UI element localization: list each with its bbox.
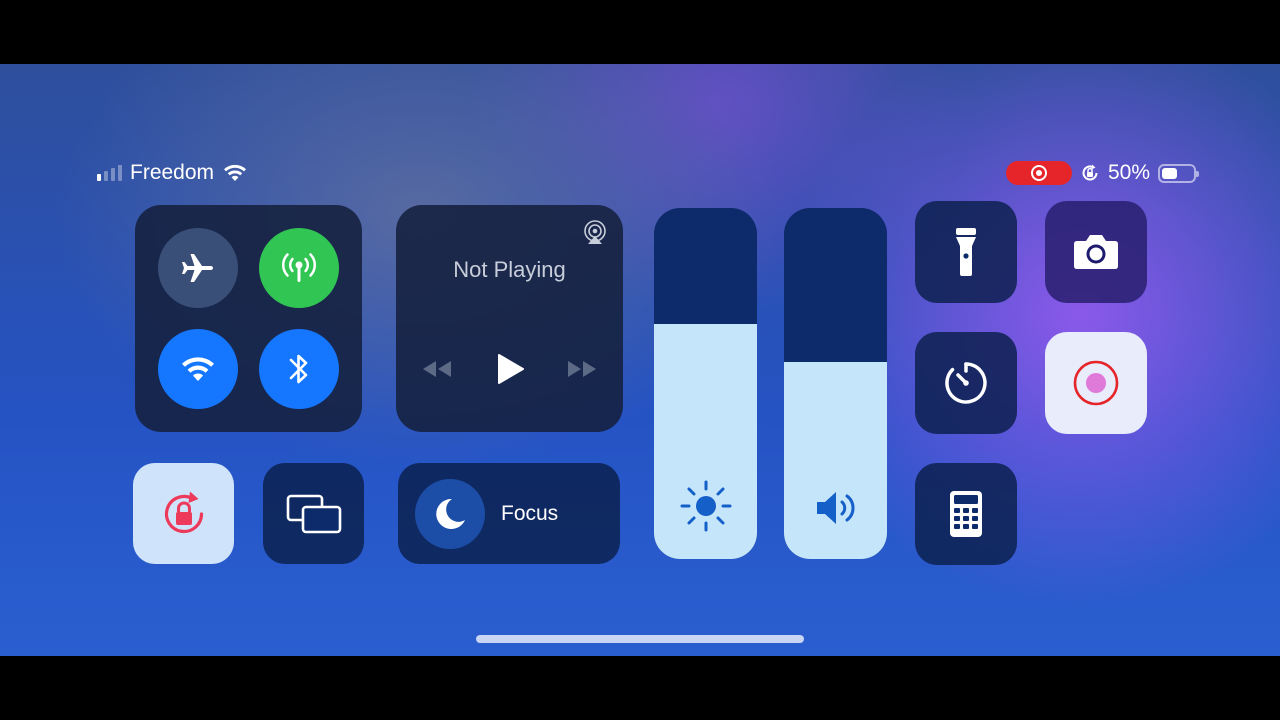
play-icon[interactable] (496, 353, 524, 385)
screen-record-button[interactable] (1045, 332, 1147, 434)
calculator-button[interactable] (915, 463, 1017, 565)
screen-record-icon (1073, 360, 1119, 406)
timer-icon (945, 362, 987, 404)
sun-icon (680, 480, 731, 532)
fast-forward-icon[interactable] (566, 358, 598, 380)
battery-level (1162, 167, 1177, 179)
carrier-name: Freedom (130, 161, 215, 184)
calculator-icon (950, 491, 982, 537)
focus-icon-circle (415, 478, 485, 549)
battery-percent: 50% (1107, 161, 1150, 184)
cellular-signal-icon (97, 165, 122, 181)
orientation-lock-status-icon (1082, 164, 1098, 181)
cellular-data-button[interactable] (259, 228, 339, 308)
status-wifi-icon (224, 164, 247, 181)
recording-indicator[interactable] (1005, 161, 1072, 185)
camera-button[interactable] (1045, 201, 1147, 303)
rewind-icon[interactable] (421, 358, 453, 380)
speaker-icon (816, 492, 854, 524)
connectivity-module (135, 205, 362, 432)
screen-mirroring-button[interactable] (263, 463, 364, 564)
wifi-icon (182, 357, 214, 381)
antenna-icon (281, 253, 317, 282)
home-indicator[interactable] (476, 635, 804, 643)
camera-icon (1074, 235, 1118, 269)
flashlight-icon (956, 228, 976, 276)
now-playing-module[interactable]: Not Playing (396, 205, 623, 432)
focus-label: Focus (501, 501, 559, 525)
control-center: Freedom 50% Not Playing Focus (0, 64, 1280, 656)
airplane-mode-button[interactable] (158, 228, 238, 308)
flashlight-button[interactable] (915, 201, 1017, 303)
orientation-lock-icon (164, 491, 203, 533)
focus-button[interactable]: Focus (398, 463, 620, 564)
battery-icon (1158, 163, 1199, 183)
volume-slider[interactable] (784, 208, 887, 559)
letterbox-bottom (0, 656, 1280, 720)
timer-button[interactable] (915, 332, 1017, 434)
airplane-icon (182, 254, 213, 282)
status-bar-left: Freedom (97, 161, 248, 185)
letterbox-top (0, 0, 1280, 64)
airplay-icon[interactable] (582, 219, 608, 245)
bluetooth-button[interactable] (259, 329, 339, 409)
brightness-slider[interactable] (654, 208, 757, 559)
moon-icon (436, 498, 465, 529)
status-bar-right: 50% (1005, 161, 1199, 185)
now-playing-title: Not Playing (453, 257, 566, 282)
screen-mirroring-icon (286, 494, 341, 533)
bluetooth-icon (289, 354, 308, 384)
wifi-button[interactable] (158, 329, 238, 409)
orientation-lock-button[interactable] (133, 463, 234, 564)
record-icon (1030, 165, 1047, 181)
